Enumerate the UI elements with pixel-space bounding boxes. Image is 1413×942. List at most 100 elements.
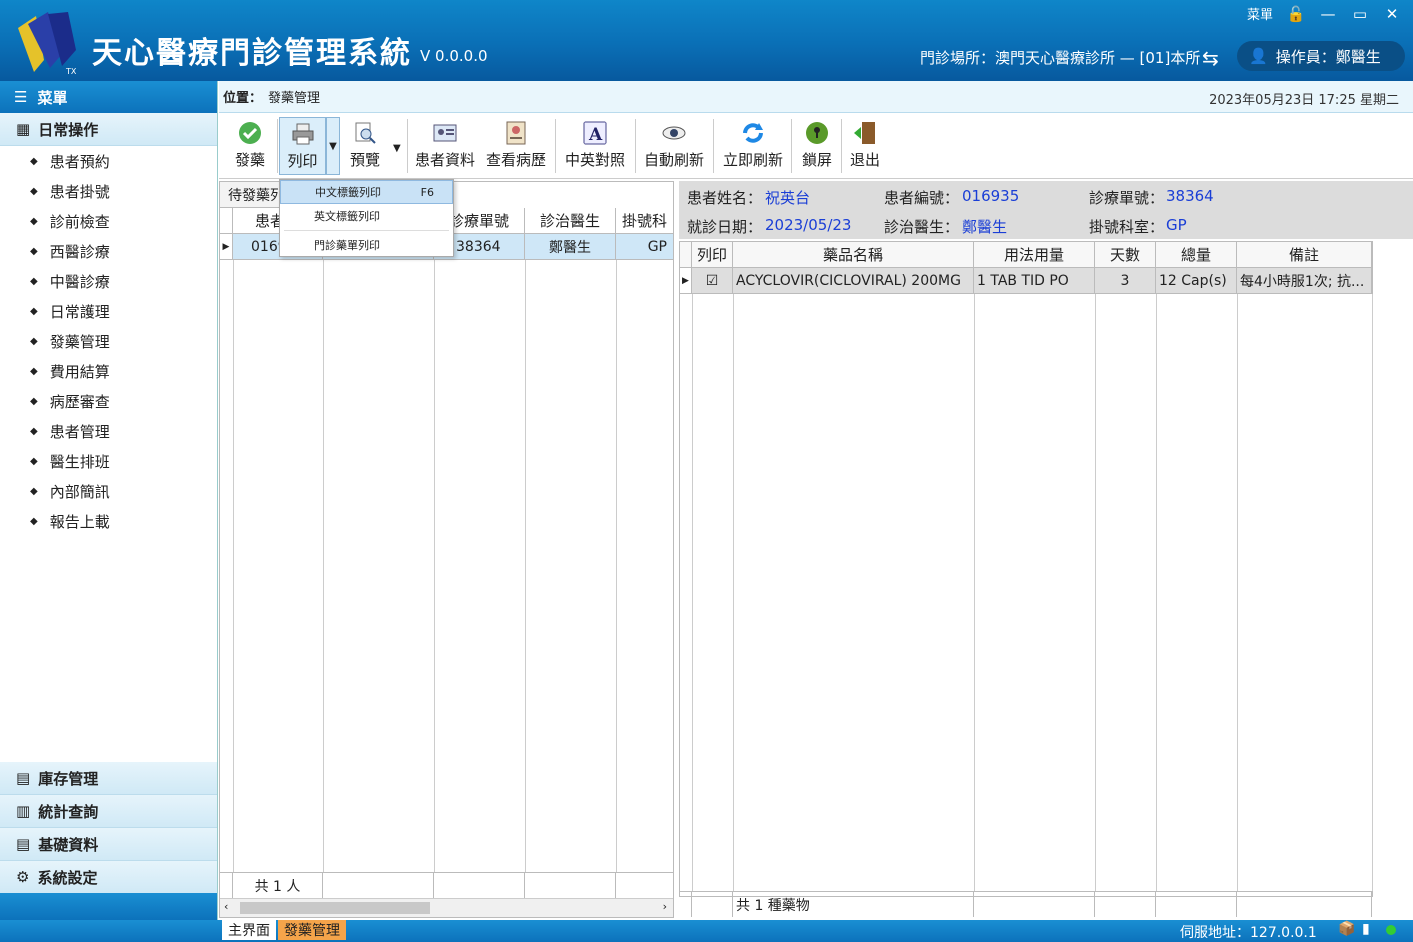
- minimize-icon[interactable]: —: [1319, 5, 1337, 23]
- scroll-right-icon[interactable]: ›: [663, 900, 667, 913]
- dept-name: GP: [1166, 216, 1187, 234]
- menu-item-en-label-print[interactable]: 英文標籤列印: [280, 204, 453, 228]
- drug-count: 共 1 種藥物: [733, 892, 974, 917]
- sidebar-item-label: 內部簡訊: [49, 482, 110, 501]
- column-header[interactable]: 列印: [692, 242, 733, 267]
- preview-dropdown-icon[interactable]: ▼: [393, 143, 401, 154]
- operator-label: 操作員：鄭醫生: [1275, 47, 1381, 66]
- maximize-icon[interactable]: ▭: [1351, 5, 1369, 23]
- lock-screen-button[interactable]: 鎖屏: [799, 117, 835, 175]
- operator-pill[interactable]: 👤 操作員：鄭醫生: [1237, 41, 1405, 71]
- sidebar-item[interactable]: ◆ 患者掛號: [0, 176, 217, 206]
- sidebar-item[interactable]: ◆ 發藥管理: [0, 326, 217, 356]
- chart-icon: ▥: [16, 802, 31, 820]
- print-button[interactable]: 列印: [279, 117, 326, 175]
- sidebar-item-label: 費用結算: [49, 362, 110, 381]
- toolbar: 發藥 列印 ▼ 預覽 ▼ 患者資料 查看病歷 A 中英對照 自動刷新 立即刷新 …: [219, 113, 1413, 179]
- prescription-panel: 患者姓名： 祝英台 患者編號： 016935 診療單號： 38364 就診日期：…: [679, 181, 1413, 918]
- eye-icon: [662, 126, 686, 140]
- sidebar-group-settings[interactable]: ⚙ 系統設定: [0, 861, 217, 894]
- sidebar-group-inventory[interactable]: ▤ 庫存管理: [0, 762, 217, 795]
- sidebar-header[interactable]: ☰ 菜單: [0, 81, 217, 113]
- print-dropdown-icon[interactable]: ▼: [326, 117, 340, 175]
- horizontal-scrollbar[interactable]: ‹ ›: [220, 898, 673, 917]
- keyhole-icon: [806, 122, 828, 144]
- menu-item-prescription-print[interactable]: 門診藥單列印: [280, 233, 453, 257]
- order-no: 38364: [1166, 187, 1214, 205]
- sidebar-item[interactable]: ◆ 內部簡訊: [0, 476, 217, 506]
- sidebar-item[interactable]: ◆ 病歷審查: [0, 386, 217, 416]
- sidebar-item[interactable]: ◆ 患者管理: [0, 416, 217, 446]
- list-icon: ☰: [14, 88, 28, 106]
- tab-dispense[interactable]: 發藥管理: [278, 920, 346, 940]
- print-dropdown-menu: 中文標籤列印 F6 英文標籤列印 門診藥單列印: [279, 179, 454, 257]
- sidebar-item[interactable]: ◆ 日常護理: [0, 296, 217, 326]
- refresh-icon: [743, 123, 763, 143]
- bullet-icon: ◆: [30, 365, 38, 377]
- sidebar-item-label: 患者管理: [49, 422, 110, 441]
- sidebar-group-daily[interactable]: ▦ 日常操作: [0, 113, 217, 146]
- sidebar-item[interactable]: ◆ 中醫診療: [0, 266, 217, 296]
- preview-button[interactable]: 預覽: [345, 117, 385, 175]
- column-header[interactable]: 用法用量: [974, 242, 1095, 267]
- drug-table-footer: 共 1 種藥物: [679, 891, 1373, 917]
- visit-date: 2023/05/23: [765, 216, 852, 234]
- menu-button[interactable]: 菜單: [1247, 4, 1273, 23]
- sidebar-item[interactable]: ◆ 費用結算: [0, 356, 217, 386]
- queue-footer: 共 1 人: [220, 872, 673, 898]
- sidebar-item-label: 病歷審查: [49, 392, 110, 411]
- column-header[interactable]: 總量: [1156, 242, 1237, 267]
- menu-item-label: 門診藥單列印: [314, 239, 380, 252]
- breadcrumb: 位置： 發藥管理 2023年05月23日 17:25 星期二: [219, 81, 1413, 113]
- letter-a-icon: A: [583, 121, 607, 145]
- drug-table: 列印 藥品名稱 用法用量 天數 總量 備註 ▶ ☑ ACYCLOVIR(CICL…: [679, 241, 1373, 897]
- close-icon[interactable]: ✕: [1383, 5, 1401, 23]
- sidebar-group-basic-data[interactable]: ▤ 基礎資料: [0, 828, 217, 861]
- lock-screen-label: 鎖屏: [801, 151, 832, 169]
- column-header[interactable]: 掛號科: [616, 208, 673, 233]
- bullet-icon: ◆: [30, 425, 38, 437]
- sidebar-group-statistics[interactable]: ▥ 統計查詢: [0, 795, 217, 828]
- sidebar-item[interactable]: ◆ 報告上載: [0, 506, 217, 536]
- check-icon: [239, 122, 261, 144]
- exit-button[interactable]: 退出: [847, 117, 883, 175]
- status-bar: 主界面 發藥管理 伺服地址：127.0.0.1 📦 ▮: [0, 920, 1413, 942]
- scrollbar-thumb[interactable]: [240, 902, 430, 914]
- app-version: V 0.0.0.0: [420, 47, 488, 65]
- sidebar-item[interactable]: ◆ 患者預約: [0, 146, 217, 176]
- bullet-icon: ◆: [30, 155, 38, 167]
- cell-note: 每4小時服1次; 抗...: [1237, 268, 1372, 293]
- sidebar-group-label: 基礎資料: [38, 835, 99, 854]
- column-header[interactable]: 備註: [1237, 242, 1372, 267]
- dispense-button[interactable]: 發藥: [229, 117, 271, 175]
- column-header[interactable]: 天數: [1095, 242, 1156, 267]
- lock-icon[interactable]: 🔓: [1287, 5, 1306, 23]
- view-history-button[interactable]: 查看病歷: [485, 117, 547, 175]
- menu-item-cn-label-print[interactable]: 中文標籤列印 F6: [280, 180, 453, 204]
- exit-door-icon: [854, 122, 875, 144]
- sidebar-item[interactable]: ◆ 西醫診療: [0, 236, 217, 266]
- sidebar: ☰ 菜單 ▦ 日常操作 ◆ 患者預約 ◆ 患者掛號 ◆ 診前檢查 ◆ 西醫診療 ◆ 中醫診…: [0, 81, 218, 920]
- menu-divider: [284, 230, 449, 231]
- print-checkbox[interactable]: ☑: [692, 268, 733, 293]
- cell-usage: 1 TAB TID PO: [974, 268, 1095, 293]
- column-header[interactable]: 診治醫生: [525, 208, 616, 233]
- patient-info-button[interactable]: 患者資料: [414, 117, 476, 175]
- bullet-icon: ◆: [30, 245, 38, 257]
- sidebar-item[interactable]: ◆ 診前檢查: [0, 206, 217, 236]
- switch-clinic-icon[interactable]: ⇆: [1202, 46, 1219, 70]
- dispense-label: 發藥: [234, 151, 265, 169]
- scroll-left-icon[interactable]: ‹: [224, 900, 228, 913]
- sidebar-items: ◆ 患者預約 ◆ 患者掛號 ◆ 診前檢查 ◆ 西醫診療 ◆ 中醫診療 ◆ 日常護理 ◆ 發藥管…: [0, 146, 217, 536]
- auto-refresh-button[interactable]: 自動刷新: [643, 117, 705, 175]
- bullet-icon: ◆: [30, 275, 38, 287]
- column-header[interactable]: 藥品名稱: [733, 242, 974, 267]
- refresh-now-button[interactable]: 立即刷新: [722, 117, 784, 175]
- cn-en-button[interactable]: A 中英對照: [564, 117, 626, 175]
- sidebar-group-label: 統計查詢: [38, 802, 99, 821]
- queue-count: 共 1 人: [233, 873, 323, 898]
- tab-main[interactable]: 主界面: [222, 920, 276, 940]
- table-row[interactable]: ▶ ☑ ACYCLOVIR(CICLOVIRAL) 200MG 1 TAB TI…: [680, 268, 1372, 294]
- sidebar-item[interactable]: ◆ 醫生排班: [0, 446, 217, 476]
- sidebar-group-label: 庫存管理: [38, 769, 99, 788]
